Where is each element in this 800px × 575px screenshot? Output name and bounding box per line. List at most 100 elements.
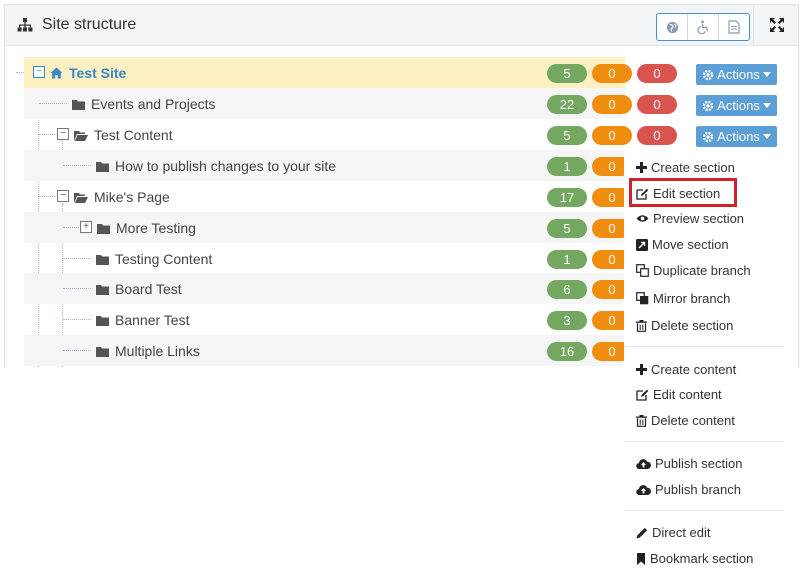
count-badge-orange: 0 bbox=[592, 64, 632, 83]
tree-row-test-content[interactable]: − Test Content bbox=[24, 119, 625, 150]
actions-button[interactable]: Actions bbox=[696, 64, 777, 85]
plus-icon bbox=[636, 364, 647, 375]
tree-row-banner-test[interactable]: Banner Test bbox=[24, 304, 625, 335]
highlight-box bbox=[629, 178, 737, 207]
tree-item-label[interactable]: Mike's Page bbox=[74, 189, 170, 205]
trash-icon bbox=[636, 414, 647, 427]
menu-item-direct-edit[interactable]: Direct edit bbox=[636, 525, 711, 540]
menu-item-edit-content[interactable]: Edit content bbox=[636, 387, 722, 402]
menu-item-label: Duplicate branch bbox=[653, 263, 751, 278]
cloud-upload-icon bbox=[636, 485, 651, 495]
bookmark-icon bbox=[637, 552, 645, 565]
tree-item-label[interactable]: Test Content bbox=[74, 127, 173, 143]
menu-item-label: Bookmark section bbox=[650, 551, 754, 566]
menu-item-label: Mirror branch bbox=[653, 291, 731, 306]
count-badge-green: 17 bbox=[547, 188, 587, 207]
tree-item-label[interactable]: Events and Projects bbox=[72, 96, 216, 112]
tree-row-events-and-projects[interactable]: Events and Projects bbox=[24, 88, 625, 119]
menu-item-duplicate-branch[interactable]: Duplicate branch bbox=[636, 263, 751, 278]
menu-item-mirror-branch[interactable]: Mirror branch bbox=[636, 291, 730, 306]
actions-label: Actions bbox=[717, 129, 760, 144]
eye-icon bbox=[636, 215, 649, 222]
collapse-toggle[interactable]: − bbox=[57, 190, 69, 202]
header-divider bbox=[753, 5, 754, 45]
folder-icon bbox=[96, 161, 109, 172]
tree-connector bbox=[16, 72, 24, 73]
menu-item-preview-section[interactable]: Preview section bbox=[636, 211, 744, 226]
menu-item-create-content[interactable]: Create content bbox=[636, 362, 736, 377]
edit-icon bbox=[636, 389, 649, 401]
menu-item-label: Publish branch bbox=[655, 482, 741, 497]
plus-icon bbox=[636, 162, 647, 173]
tree-row-board-test[interactable]: Board Test bbox=[24, 273, 625, 304]
tree-item-label[interactable]: Test Site bbox=[50, 65, 126, 81]
menu-item-bookmark-section[interactable]: Bookmark section bbox=[636, 551, 753, 566]
tree-row-more-testing[interactable]: + More Testing bbox=[24, 212, 625, 243]
collapse-toggle[interactable]: − bbox=[33, 66, 45, 78]
menu-item-create-section[interactable]: Create section bbox=[636, 160, 735, 175]
menu-item-label: Delete content bbox=[651, 413, 735, 428]
globe-button[interactable] bbox=[657, 14, 688, 40]
menu-divider bbox=[624, 346, 784, 347]
tree-item-label[interactable]: Banner Test bbox=[96, 312, 189, 328]
panel-header: Site structure bbox=[5, 5, 798, 46]
tree-connector bbox=[63, 319, 91, 320]
folder-icon bbox=[96, 315, 109, 326]
actions-label: Actions bbox=[717, 98, 760, 113]
menu-item-label: Delete section bbox=[651, 318, 734, 333]
menu-item-label: Publish section bbox=[655, 456, 743, 471]
menu-item-delete-section[interactable]: Delete section bbox=[636, 318, 733, 333]
actions-button[interactable]: Actions bbox=[696, 126, 777, 147]
tree-connector bbox=[39, 196, 55, 197]
tree-item-text: Test Site bbox=[69, 65, 127, 81]
duplicate-icon bbox=[636, 264, 649, 277]
tree-item-label[interactable]: Testing Content bbox=[96, 251, 212, 267]
folder-icon bbox=[96, 284, 109, 295]
tree-item-text: Test Content bbox=[94, 127, 173, 143]
tree-item-text: Multiple Links bbox=[115, 343, 200, 359]
tree-item-label[interactable]: How to publish changes to your site bbox=[96, 158, 336, 174]
tree-row-how-to-publish[interactable]: How to publish changes to your site bbox=[24, 150, 625, 181]
document-button[interactable] bbox=[719, 14, 749, 40]
count-badge-green: 22 bbox=[547, 95, 587, 114]
tree-connector bbox=[63, 227, 79, 228]
count-badge-red: 0 bbox=[637, 95, 677, 114]
menu-item-label: Preview section bbox=[653, 211, 745, 226]
tree-item-text: Mike's Page bbox=[94, 189, 170, 205]
tree-item-label[interactable]: More Testing bbox=[97, 220, 196, 236]
count-badge-green: 1 bbox=[547, 157, 587, 176]
gear-icon bbox=[702, 69, 714, 80]
accessibility-icon bbox=[697, 20, 708, 34]
folder-icon bbox=[96, 254, 109, 265]
menu-item-publish-branch[interactable]: Publish branch bbox=[636, 482, 741, 497]
menu-item-move-section[interactable]: Move section bbox=[636, 237, 729, 252]
tree-item-text: Events and Projects bbox=[91, 96, 216, 112]
tree-row-test-site[interactable]: − Test Site bbox=[16, 57, 625, 88]
tree-row-testing-content[interactable]: Testing Content bbox=[24, 243, 625, 274]
caret-down-icon bbox=[762, 134, 771, 139]
gear-icon bbox=[702, 100, 714, 111]
pencil-icon bbox=[636, 527, 648, 538]
menu-item-publish-section[interactable]: Publish section bbox=[636, 456, 742, 471]
cloud-upload-icon bbox=[636, 459, 651, 469]
count-badge-green: 5 bbox=[547, 219, 587, 238]
actions-button[interactable]: Actions bbox=[696, 95, 777, 116]
caret-down-icon bbox=[762, 103, 771, 108]
tree-item-label[interactable]: Board Test bbox=[96, 281, 182, 297]
gear-icon bbox=[702, 131, 714, 142]
tree-row-multiple-links[interactable]: Multiple Links bbox=[24, 335, 625, 366]
accessibility-button[interactable] bbox=[688, 14, 719, 40]
trash-icon bbox=[636, 319, 647, 332]
tree-item-text: Testing Content bbox=[115, 251, 213, 267]
menu-item-label: Direct edit bbox=[652, 525, 711, 540]
tree-row-mikes-page[interactable]: − Mike's Page bbox=[24, 181, 625, 212]
menu-item-delete-content[interactable]: Delete content bbox=[636, 413, 735, 428]
tree-connector bbox=[63, 350, 91, 351]
expand-toggle[interactable]: + bbox=[80, 221, 92, 233]
actions-dropdown-menu: Create section Edit section Preview sect… bbox=[624, 152, 792, 575]
collapse-toggle[interactable]: − bbox=[57, 128, 69, 140]
move-icon bbox=[636, 238, 648, 251]
tree-item-label[interactable]: Multiple Links bbox=[96, 343, 200, 359]
tree-connector bbox=[63, 258, 91, 259]
expand-icon[interactable] bbox=[769, 17, 785, 33]
